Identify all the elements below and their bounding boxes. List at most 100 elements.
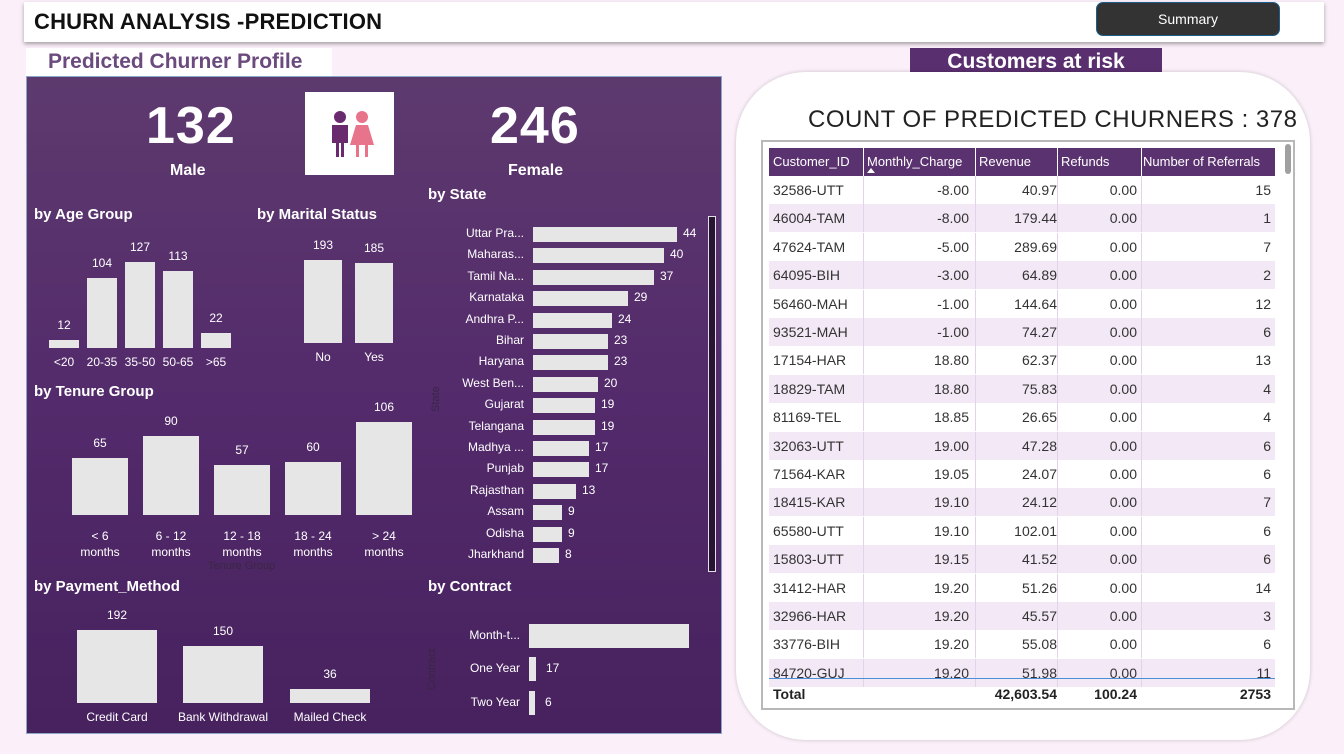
- state-bar: [533, 419, 595, 435]
- state-value-label: 9: [568, 525, 575, 540]
- page-title: CHURN ANALYSIS -PREDICTION: [34, 9, 383, 34]
- payment-bar: [183, 646, 263, 703]
- tenure-category-label: 6 - 12 months: [151, 529, 191, 559]
- state-category-label: Maharas...: [467, 247, 524, 262]
- state-bar: [533, 505, 562, 521]
- cell-referrals: 14: [1255, 579, 1271, 596]
- cell-customer-id: 32966-HAR: [773, 608, 847, 624]
- col-refunds[interactable]: Refunds: [1057, 148, 1141, 176]
- cell-referrals: 6: [1263, 466, 1271, 482]
- cell-revenue: 51.26: [1021, 579, 1057, 596]
- cell-revenue: 74.27: [1021, 324, 1057, 340]
- cell-referrals: 6: [1263, 437, 1271, 454]
- cell-monthly-charge: -1.00: [937, 295, 969, 312]
- table-row[interactable]: 32586-UTT -8.00 40.97 0.00 15: [769, 176, 1275, 204]
- table-row[interactable]: 18415-KAR 19.10 24.12 0.00 7: [769, 488, 1275, 517]
- table-row[interactable]: 81169-TEL 18.85 26.65 0.00 4: [769, 403, 1275, 432]
- tenure-bar: [214, 465, 270, 515]
- contract-category-label: Month-t...: [469, 628, 520, 642]
- col-revenue[interactable]: Revenue: [975, 148, 1057, 176]
- total-label: Total: [773, 686, 806, 702]
- state-bar: [533, 441, 589, 456]
- state-value-label: 19: [601, 397, 615, 412]
- cell-customer-id: 31412-HAR: [773, 579, 847, 596]
- table-total-row: Total 42,603.54 100.24 2753: [769, 678, 1275, 708]
- table-row[interactable]: 93521-MAH -1.00 74.27 0.00 6: [769, 318, 1275, 346]
- age-value-label: 127: [129, 240, 151, 254]
- state-bar: [533, 355, 608, 371]
- state-bar: [533, 398, 595, 414]
- table-row[interactable]: 47624-TAM -5.00 289.69 0.00 7: [769, 232, 1275, 261]
- table-row[interactable]: 33776-BIH 19.20 55.08 0.00 6: [769, 630, 1275, 659]
- cell-customer-id: 47624-TAM: [773, 238, 846, 255]
- cell-revenue: 64.89: [1021, 267, 1057, 284]
- table-row[interactable]: 32966-HAR 19.20 45.57 0.00 3: [769, 602, 1275, 630]
- marital-value-label: 185: [363, 241, 385, 255]
- payment-bar: [290, 689, 370, 703]
- col-customer-id[interactable]: Customer_ID: [769, 148, 863, 176]
- table-row[interactable]: 17154-HAR 18.80 62.37 0.00 13: [769, 346, 1275, 375]
- marital-bar: [304, 260, 342, 343]
- state-value-label: 37: [660, 268, 674, 283]
- cell-referrals: 3: [1263, 608, 1271, 624]
- profile-title: Predicted Churner Profile: [26, 48, 332, 76]
- table-row[interactable]: 64095-BIH -3.00 64.89 0.00 2: [769, 261, 1275, 290]
- table-row[interactable]: 65580-UTT 19.10 102.01 0.00 6: [769, 516, 1275, 545]
- state-scrollbar[interactable]: [708, 216, 716, 572]
- col-referrals[interactable]: Number of Referrals: [1141, 148, 1275, 176]
- cell-customer-id: 93521-MAH: [773, 324, 848, 340]
- age-category-label: <20: [53, 355, 75, 369]
- state-bar: [533, 334, 608, 349]
- cell-revenue: 40.97: [1021, 182, 1057, 198]
- table-row[interactable]: 15803-UTT 19.15 41.52 0.00 6: [769, 545, 1275, 574]
- payment-value-label: 150: [212, 624, 234, 638]
- cell-referrals: 6: [1263, 551, 1271, 568]
- col-monthly-charge[interactable]: Monthly_Charge: [863, 148, 975, 176]
- cell-monthly-charge: 18.80: [933, 352, 969, 369]
- cell-customer-id: 56460-MAH: [773, 295, 848, 312]
- cell-monthly-charge: -1.00: [937, 324, 969, 340]
- age-bar: [201, 333, 231, 348]
- total-revenue: 42,603.54: [994, 686, 1057, 702]
- cell-revenue: 55.08: [1021, 636, 1057, 653]
- tenure-category-label: < 6 months: [80, 529, 120, 559]
- cell-refunds: 0.00: [1109, 466, 1137, 482]
- contract-value-label: 17: [546, 661, 560, 675]
- table-row[interactable]: 46004-TAM -8.00 179.44 0.00 1: [769, 204, 1275, 233]
- cell-monthly-charge: 18.85: [933, 409, 969, 426]
- table-scrollbar[interactable]: [1283, 142, 1293, 674]
- tenure-category-label: 18 - 24 months: [293, 529, 333, 559]
- table-row[interactable]: 31412-HAR 19.20 51.26 0.00 14: [769, 573, 1275, 602]
- state-value-label: 8: [565, 547, 572, 561]
- state-value-label: 40: [670, 247, 684, 262]
- cell-refunds: 0.00: [1109, 522, 1137, 539]
- cell-refunds: 0.00: [1109, 210, 1137, 227]
- table-row[interactable]: 56460-MAH -1.00 144.64 0.00 12: [769, 289, 1275, 318]
- female-label: Female: [508, 162, 564, 179]
- age-value-label: 113: [168, 249, 188, 263]
- state-value-label: 23: [614, 333, 628, 347]
- tenure-bar: [285, 462, 341, 515]
- sort-ascending-icon: [867, 168, 875, 173]
- summary-button[interactable]: Summary: [1096, 2, 1280, 36]
- cell-referrals: 4: [1263, 380, 1271, 397]
- state-bar: [533, 526, 562, 542]
- cell-revenue: 179.44: [1014, 210, 1057, 227]
- scroll-thumb[interactable]: [1285, 144, 1291, 174]
- table-row[interactable]: 71564-KAR 19.05 24.07 0.00 6: [769, 460, 1275, 488]
- tenure-group-title: by Tenure Group: [34, 383, 154, 400]
- table-body: 32586-UTT -8.00 40.97 0.00 15 46004-TAM -8.00 1…: [763, 176, 1283, 687]
- payment-value-label: 192: [106, 608, 128, 622]
- age-category-label: 50-65: [162, 355, 194, 369]
- contract-title: by Contract: [428, 578, 512, 595]
- cell-referrals: 6: [1263, 522, 1271, 539]
- table-row[interactable]: 32063-UTT 19.00 47.28 0.00 6: [769, 431, 1275, 460]
- cell-monthly-charge: 19.00: [933, 437, 969, 454]
- state-bar: [533, 312, 612, 328]
- marital-bar: [355, 263, 393, 343]
- state-category-label: Madhya ...: [467, 440, 524, 454]
- cell-customer-id: 15803-UTT: [773, 551, 844, 568]
- gender-icon: [305, 92, 394, 175]
- table-row[interactable]: 18829-TAM 18.80 75.83 0.00 4: [769, 374, 1275, 403]
- cell-revenue: 144.64: [1014, 295, 1057, 312]
